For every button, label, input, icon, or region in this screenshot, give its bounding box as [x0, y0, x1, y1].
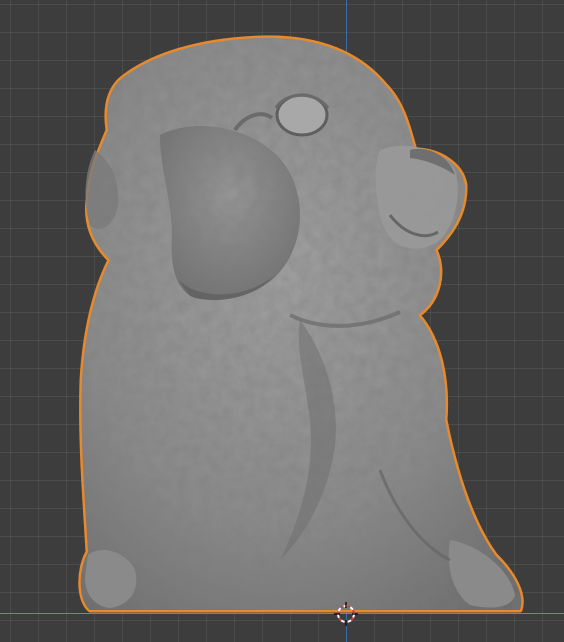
puppy-sculpt-mesh[interactable] — [0, 0, 564, 642]
3d-viewport[interactable] — [0, 0, 564, 642]
3d-cursor-icon[interactable] — [334, 602, 358, 626]
